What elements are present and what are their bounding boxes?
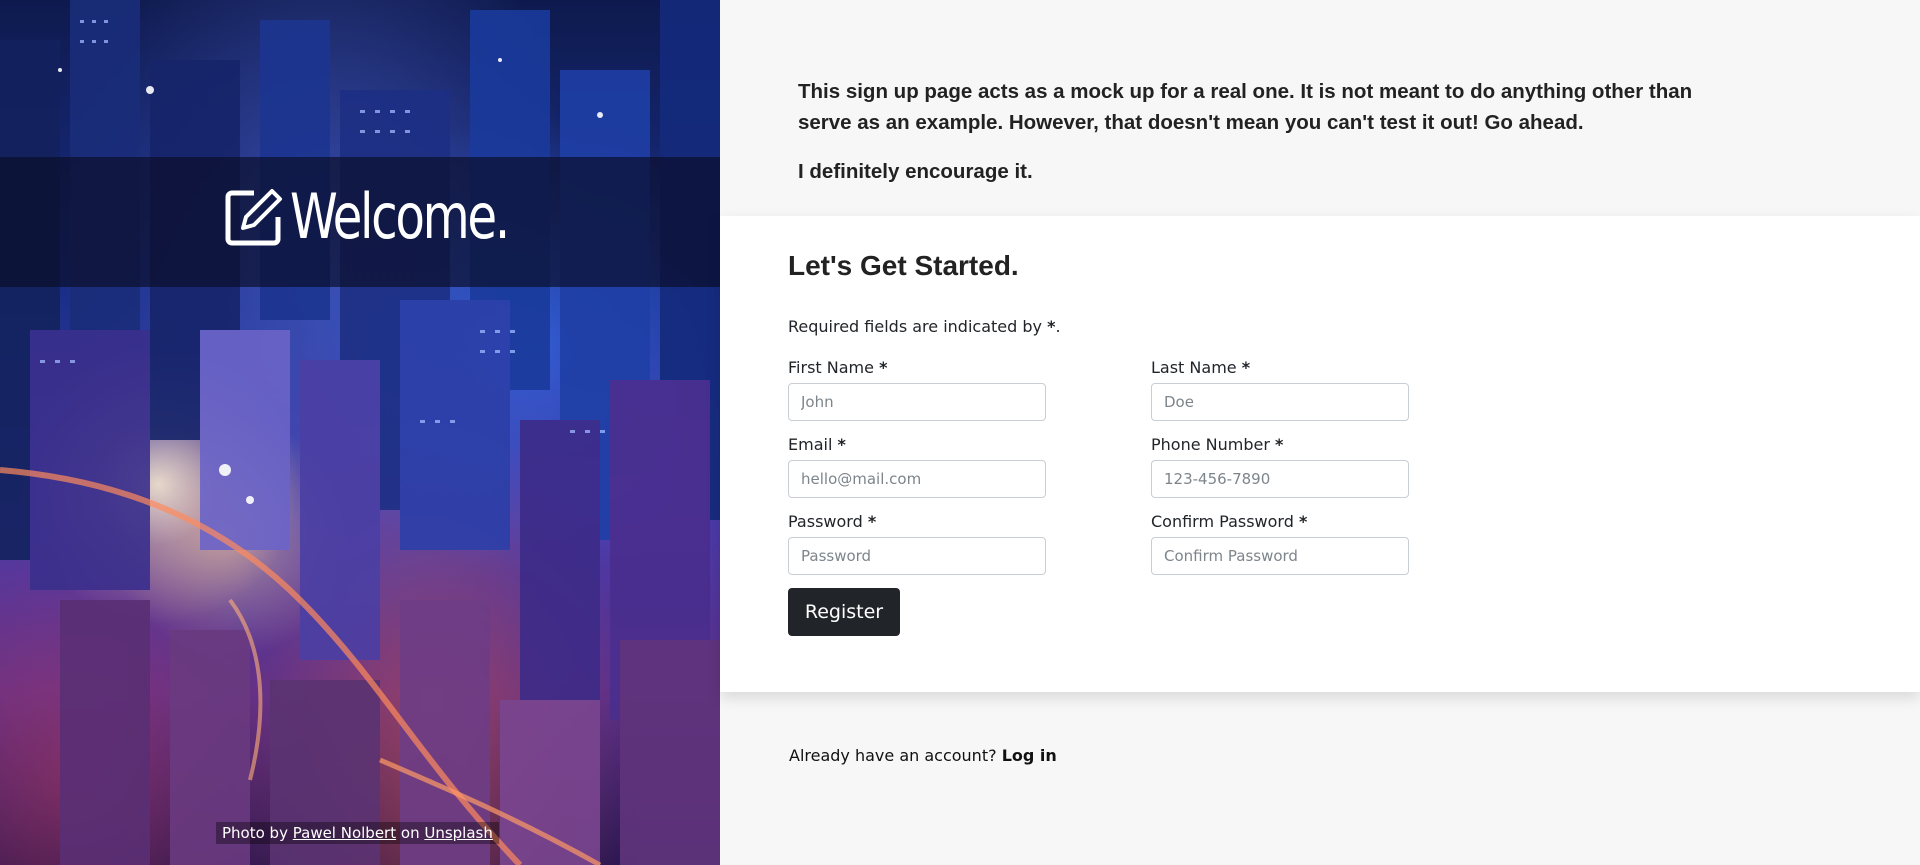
last-name-label: Last Name * xyxy=(1151,358,1251,377)
welcome-heading: Welcome. xyxy=(290,180,510,253)
photo-credit-middle: on xyxy=(400,824,420,842)
edit-square-icon xyxy=(224,187,284,247)
intro-paragraph-1: This sign up page acts as a mock up for … xyxy=(798,80,1693,134)
confirm-password-label: Confirm Password * xyxy=(1151,512,1308,531)
password-group: Password * xyxy=(788,512,1046,575)
unsplash-link[interactable]: Unsplash xyxy=(424,824,493,842)
hero-title: Welcome. xyxy=(224,186,569,248)
last-name-group: Last Name * xyxy=(1151,358,1409,421)
first-name-label: First Name * xyxy=(788,358,888,377)
last-name-input[interactable] xyxy=(1151,383,1409,421)
required-marker: * xyxy=(1241,358,1251,377)
required-marker: * xyxy=(867,512,877,531)
email-label: Email * xyxy=(788,435,846,454)
hero-photo-panel: Welcome. Photo by Pawel Nolbert on Unspl… xyxy=(0,0,720,865)
intro-text: This sign up page acts as a mock up for … xyxy=(798,76,1698,187)
photo-credit-prefix: Photo by xyxy=(222,824,288,842)
register-button[interactable]: Register xyxy=(788,588,900,636)
confirm-password-input[interactable] xyxy=(1151,537,1409,575)
required-marker: * xyxy=(1298,512,1308,531)
password-label: Password * xyxy=(788,512,877,531)
required-fields-note: Required fields are indicated by *. xyxy=(788,317,1061,336)
photo-credit: Photo by Pawel Nolbert on Unsplash xyxy=(216,822,499,844)
password-input[interactable] xyxy=(788,537,1046,575)
login-link[interactable]: Log in xyxy=(1002,746,1057,765)
signup-form-card: Let's Get Started. Required fields are i… xyxy=(720,216,1920,692)
city-night-photo xyxy=(0,0,720,865)
email-group: Email * xyxy=(788,435,1046,498)
intro-paragraph-2: I definitely encourage it. xyxy=(798,160,1033,183)
phone-input[interactable] xyxy=(1151,460,1409,498)
form-title: Let's Get Started. xyxy=(788,250,1019,281)
phone-group: Phone Number * xyxy=(1151,435,1409,498)
signup-page: Welcome. Photo by Pawel Nolbert on Unspl… xyxy=(0,0,1920,865)
confirm-password-group: Confirm Password * xyxy=(1151,512,1409,575)
login-prompt-text: Already have an account? xyxy=(789,746,997,765)
required-marker: * xyxy=(1275,435,1284,454)
login-prompt: Already have an account? Log in xyxy=(789,746,1057,765)
required-note-suffix: . xyxy=(1055,317,1061,336)
required-marker: * xyxy=(879,358,888,377)
required-note-prefix: Required fields are indicated by xyxy=(788,317,1042,336)
required-marker: * xyxy=(837,435,846,454)
phone-label: Phone Number * xyxy=(1151,435,1284,454)
email-input[interactable] xyxy=(788,460,1046,498)
first-name-input[interactable] xyxy=(788,383,1046,421)
first-name-group: First Name * xyxy=(788,358,1046,421)
photographer-link[interactable]: Pawel Nolbert xyxy=(293,824,396,842)
